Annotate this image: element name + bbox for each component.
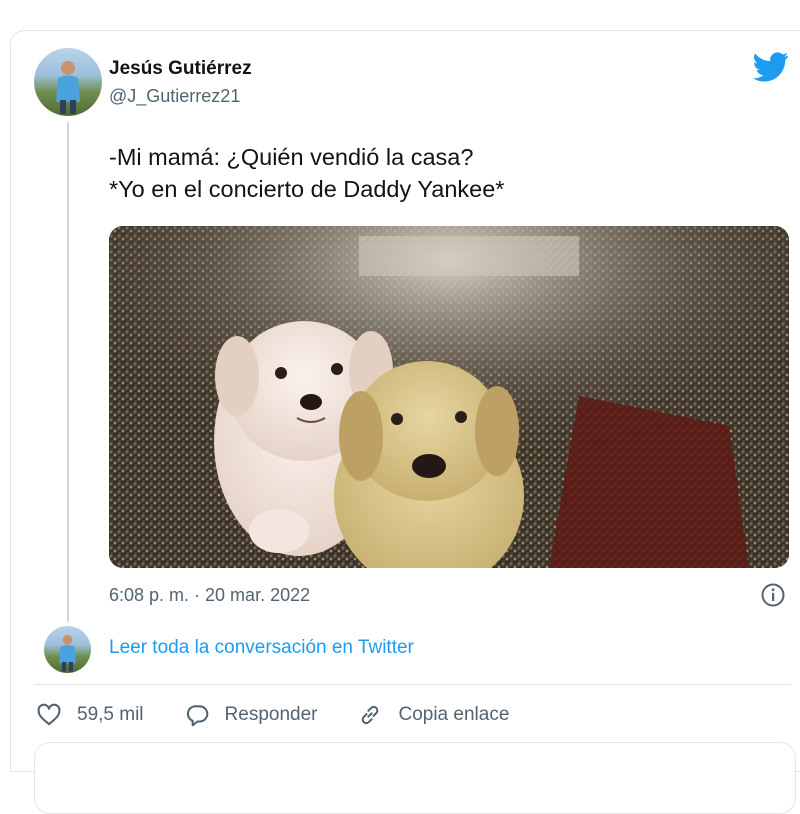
tweet-timestamp[interactable]: 6:08 p. m. · 20 mar. 2022 [109,585,310,606]
author-avatar[interactable] [34,48,102,116]
author-name[interactable]: Jesús Gutiérrez [109,58,252,80]
tweet-photo[interactable] [109,226,789,568]
like-count: 59,5 mil [77,704,144,725]
copy-link-label: Copia enlace [398,704,510,725]
reply-label: Responder [224,704,318,725]
info-icon[interactable] [760,582,786,608]
replies-box[interactable] [34,742,796,814]
reply-button[interactable]: Responder [184,702,318,728]
divider [34,684,791,685]
twitter-bird-icon[interactable] [753,52,789,82]
tweet-text: -Mi mamá: ¿Quién vendió la casa? *Yo en … [109,141,504,205]
author-handle[interactable]: @J_Gutierrez21 [109,86,240,107]
thread-line [67,122,69,622]
heart-icon [37,703,61,726]
speech-bubble-icon [186,705,208,727]
copy-link-button[interactable]: Copia enlace [357,702,509,728]
conversation-avatar[interactable] [44,626,91,673]
like-button[interactable]: 59,5 mil [36,702,144,728]
tweet-text-line: *Yo en el concierto de Daddy Yankee* [109,176,505,202]
tweet-text-line: -Mi mamá: ¿Quién vendió la casa? [109,144,474,170]
action-bar: 59,5 mil Responder Copia enlace [36,700,549,730]
link-icon [362,705,379,725]
read-conversation-link[interactable]: Leer toda la conversación en Twitter [109,637,414,659]
